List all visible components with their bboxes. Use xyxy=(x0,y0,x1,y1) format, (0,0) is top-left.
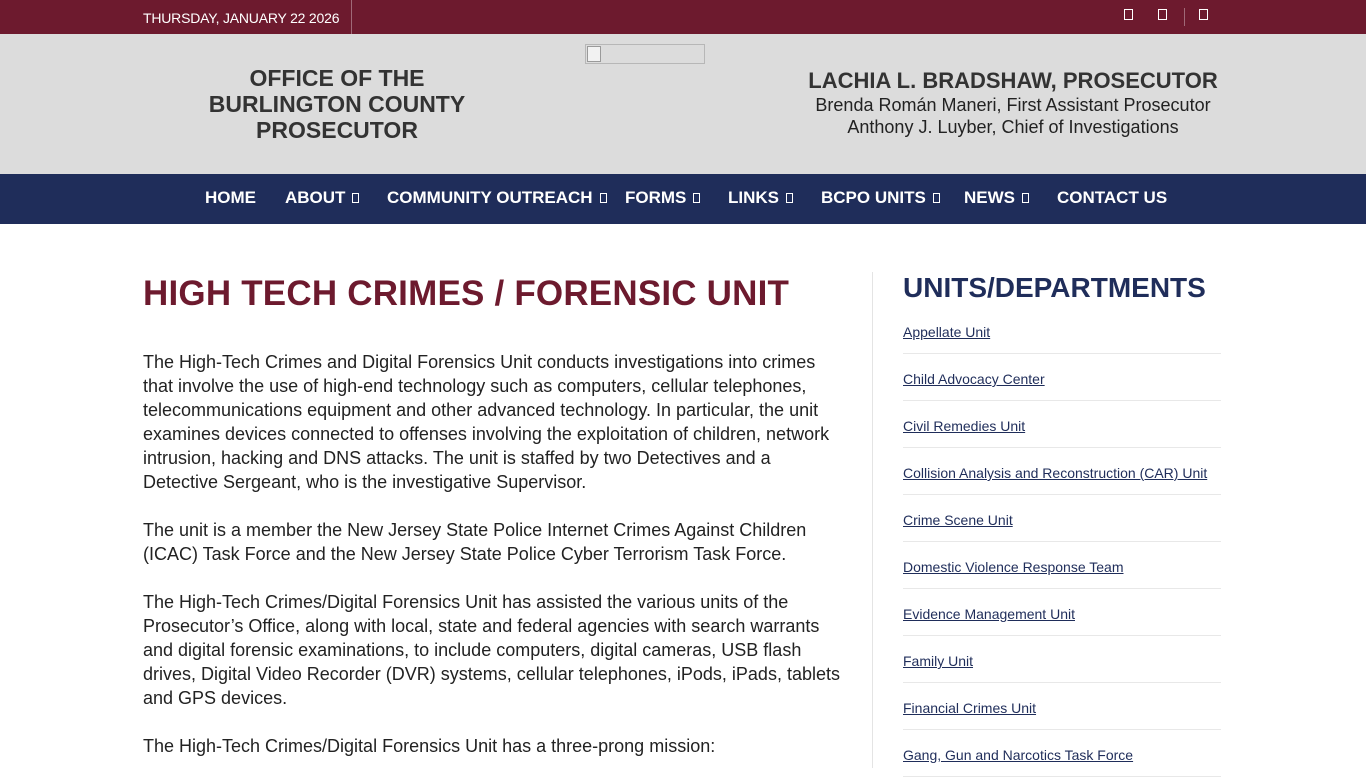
nav-links[interactable]: LINKS xyxy=(728,174,793,224)
nav-contact-us[interactable]: CONTACT US xyxy=(1057,174,1167,224)
main-nav: HOME ABOUT COMMUNITY OUTREACH FORMS LINK… xyxy=(0,174,1366,224)
list-item: Financial Crimes Unit xyxy=(903,683,1221,730)
unit-link[interactable]: Family Unit xyxy=(903,653,973,669)
nav-community-outreach-label: COMMUNITY OUTREACH xyxy=(387,188,593,207)
unit-link[interactable]: Financial Crimes Unit xyxy=(903,700,1036,716)
unit-link[interactable]: Evidence Management Unit xyxy=(903,606,1075,622)
nav-forms-label: FORMS xyxy=(625,188,687,207)
prosecutor-name: LACHIA L. BRADSHAW, PROSECUTOR xyxy=(808,68,1218,93)
chief-of-investigations: Anthony J. Luyber, Chief of Investigatio… xyxy=(847,117,1179,137)
instagram-icon[interactable] xyxy=(1196,9,1210,25)
list-item: Domestic Violence Response Team xyxy=(903,542,1221,589)
site-logo[interactable] xyxy=(585,44,705,64)
broken-image-icon xyxy=(587,46,601,62)
current-date: THURSDAY, JANUARY 22 2026 xyxy=(143,0,353,34)
nav-about-label: ABOUT xyxy=(285,188,346,207)
chevron-down-icon xyxy=(1022,192,1029,203)
list-item: Child Advocacy Center xyxy=(903,354,1221,401)
body-paragraph: The High-Tech Crimes/Digital Forensics U… xyxy=(143,736,716,756)
list-item: Evidence Management Unit xyxy=(903,589,1221,636)
office-title[interactable]: OFFICE OF THE BURLINGTON COUNTY PROSECUT… xyxy=(190,65,484,143)
list-item: Family Unit xyxy=(903,636,1221,683)
top-bar: THURSDAY, JANUARY 22 2026 xyxy=(0,0,1366,34)
column-divider xyxy=(872,272,873,768)
unit-link[interactable]: Appellate Unit xyxy=(903,324,990,340)
body-paragraph: The High-Tech Crimes/Digital Forensics U… xyxy=(143,592,840,708)
unit-link[interactable]: Child Advocacy Center xyxy=(903,371,1045,387)
nav-news[interactable]: NEWS xyxy=(964,174,1029,224)
facebook-icon[interactable] xyxy=(1121,9,1135,25)
list-item: Crime Scene Unit xyxy=(903,495,1221,542)
unit-link[interactable]: Domestic Violence Response Team xyxy=(903,559,1124,575)
site-header: OFFICE OF THE BURLINGTON COUNTY PROSECUT… xyxy=(0,34,1366,174)
chevron-down-icon xyxy=(599,192,607,203)
nav-home[interactable]: HOME xyxy=(205,174,256,224)
list-item: Appellate Unit xyxy=(903,307,1221,354)
unit-link[interactable]: Gang, Gun and Narcotics Task Force xyxy=(903,747,1133,763)
chevron-down-icon xyxy=(352,192,360,203)
prosecutor-block: LACHIA L. BRADSHAW, PROSECUTOR Brenda Ro… xyxy=(790,68,1236,138)
nav-home-label: HOME xyxy=(205,188,256,207)
nav-about[interactable]: ABOUT xyxy=(285,174,360,224)
unit-link[interactable]: Civil Remedies Unit xyxy=(903,418,1025,434)
twitter-icon[interactable] xyxy=(1155,9,1169,25)
nav-bcpo-units-label: BCPO UNITS xyxy=(821,188,926,207)
first-assistant: Brenda Román Maneri, First Assistant Pro… xyxy=(815,95,1211,115)
list-item: Civil Remedies Unit xyxy=(903,401,1221,448)
sidebar-title: UNITS/DEPARTMENTS xyxy=(903,272,1206,303)
units-list: Appellate Unit Child Advocacy Center Civ… xyxy=(903,307,1221,777)
list-item: Gang, Gun and Narcotics Task Force xyxy=(903,730,1221,777)
list-item: Collision Analysis and Reconstruction (C… xyxy=(903,448,1221,495)
unit-link[interactable]: Collision Analysis and Reconstruction (C… xyxy=(903,465,1207,481)
nav-links-label: LINKS xyxy=(728,188,779,207)
nav-community-outreach[interactable]: COMMUNITY OUTREACH xyxy=(387,174,607,224)
body-paragraph: The unit is a member the New Jersey Stat… xyxy=(143,520,807,564)
chevron-down-icon xyxy=(932,192,940,203)
chevron-down-icon xyxy=(693,192,701,203)
nav-forms[interactable]: FORMS xyxy=(625,174,701,224)
nav-bcpo-units[interactable]: BCPO UNITS xyxy=(821,174,940,224)
nav-news-label: NEWS xyxy=(964,188,1015,207)
unit-link[interactable]: Crime Scene Unit xyxy=(903,512,1013,528)
social-divider xyxy=(1184,8,1185,26)
body-paragraph: The High-Tech Crimes and Digital Forensi… xyxy=(143,352,830,492)
chevron-down-icon xyxy=(786,192,793,203)
nav-contact-us-label: CONTACT US xyxy=(1057,188,1168,207)
page-title: HIGH TECH CRIMES / FORENSIC UNIT xyxy=(143,274,790,313)
